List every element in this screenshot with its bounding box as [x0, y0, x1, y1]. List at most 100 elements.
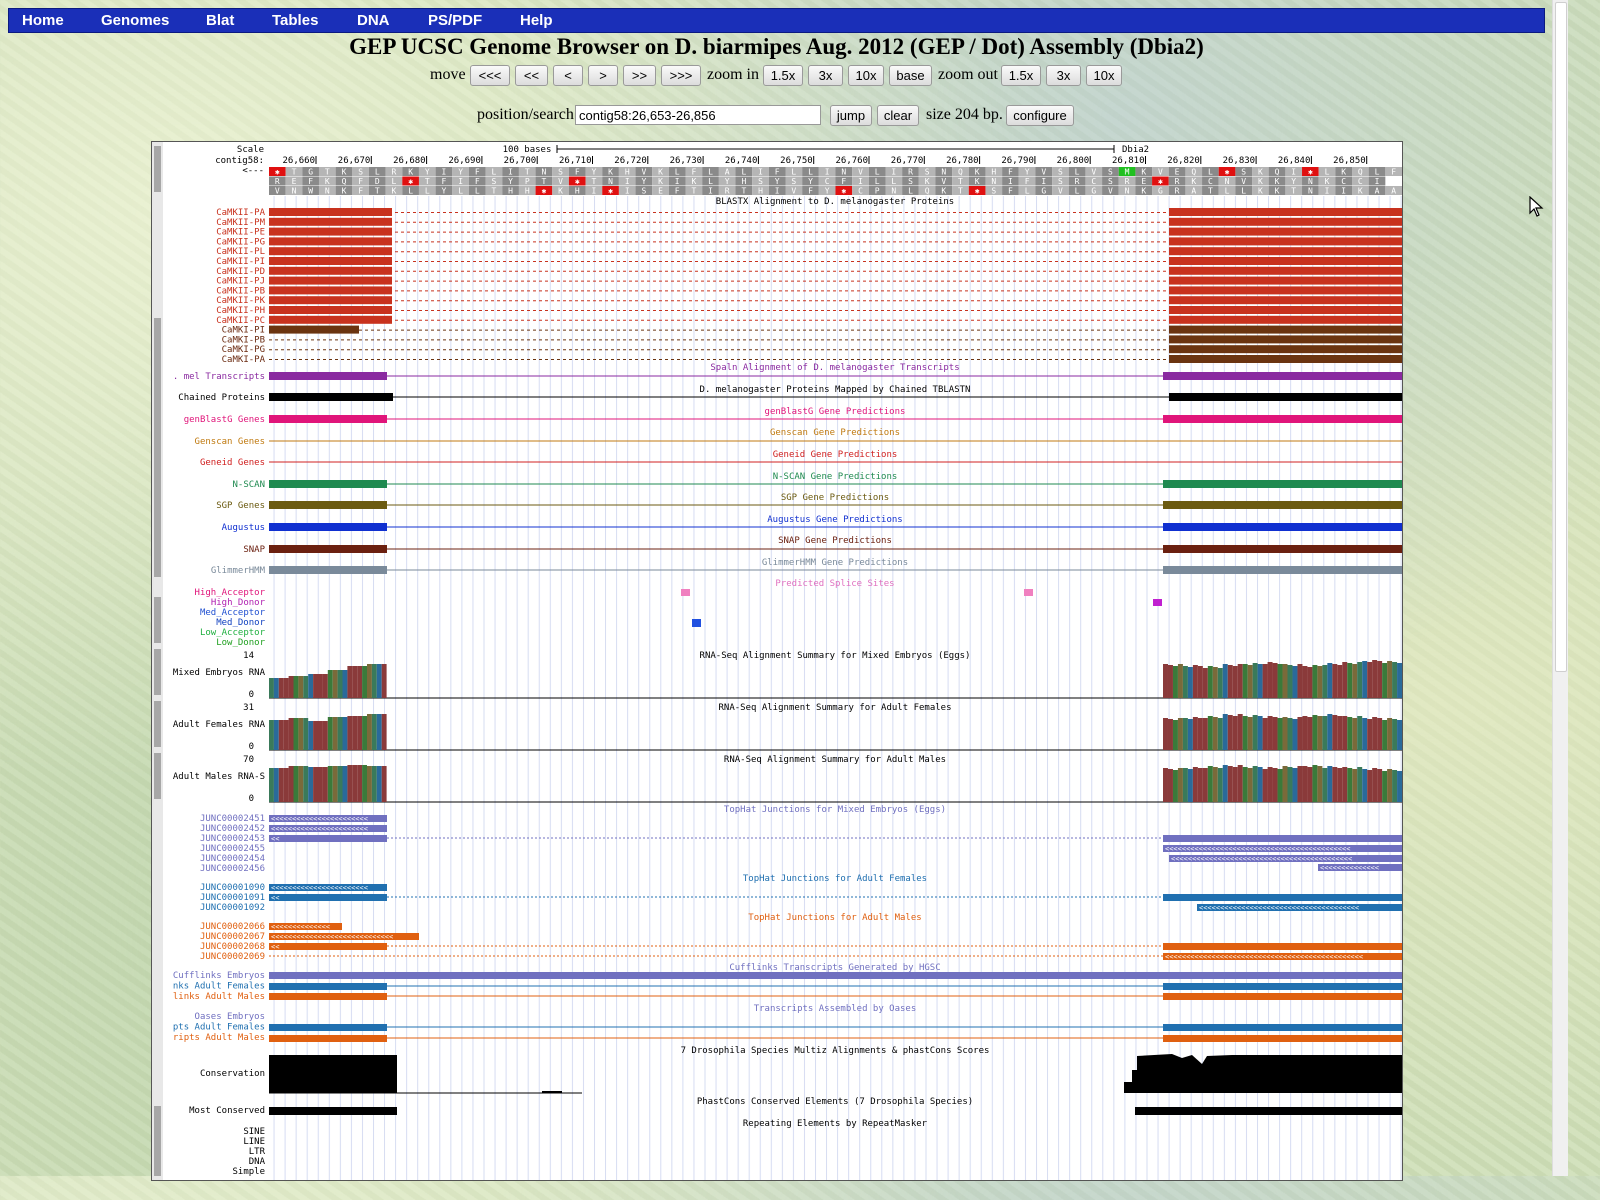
- rnaseq-bar: [1347, 768, 1353, 802]
- zoom-out-3x-button[interactable]: 3x: [1046, 65, 1081, 86]
- zoom-out-1-5x-button[interactable]: 1.5x: [1001, 65, 1041, 86]
- rnaseq_male-min-label: 0: [249, 794, 254, 804]
- move-left-button[interactable]: <<: [515, 65, 548, 86]
- move-far-right-button[interactable]: >>>: [661, 65, 701, 86]
- rnaseq-bar: [1362, 718, 1368, 750]
- blastx-item-label: CaMKI-PG: [222, 345, 265, 355]
- menu-home[interactable]: Home: [22, 12, 64, 29]
- rnaseq-bar: [1163, 718, 1168, 750]
- rnaseq-bar: [1192, 767, 1198, 802]
- tophat-emb-label: JUNC00002455: [200, 844, 265, 854]
- aa-letter: F: [358, 177, 363, 186]
- blastx-exon-left: [269, 306, 392, 314]
- rnaseq-bar: [283, 678, 289, 698]
- aa-letter: L: [1075, 168, 1080, 177]
- aa-letter: R: [1175, 177, 1180, 186]
- scrollbar-thumb[interactable]: [1555, 2, 1567, 672]
- clear-button[interactable]: clear: [877, 105, 919, 126]
- zoom-in-3x-button[interactable]: 3x: [808, 65, 843, 86]
- rnaseq-bar: [308, 721, 314, 750]
- aa-letter: I: [442, 168, 447, 177]
- configure-button[interactable]: configure: [1006, 105, 1074, 126]
- rnaseq-bar: [352, 666, 358, 698]
- augustus-track-title: Augustus Gene Predictions: [767, 515, 902, 525]
- aa-letter: I: [825, 168, 830, 177]
- tophat-fem-label: JUNC00001091: [200, 893, 265, 903]
- aa-letter: N: [841, 168, 846, 177]
- rnaseq-bar: [293, 718, 299, 750]
- rnaseq-bar: [1367, 770, 1373, 802]
- zoom-in-10x-button[interactable]: 10x: [848, 65, 884, 86]
- menu-genomes[interactable]: Genomes: [101, 12, 169, 29]
- page-scrollbar[interactable]: [1552, 0, 1568, 1176]
- tophat-emb-label: JUNC00002451: [200, 814, 265, 824]
- aa-letter: G: [1091, 187, 1096, 196]
- ruler-tick-label: 26,690: [448, 156, 481, 166]
- glimmer-track-title: GlimmerHMM Gene Predictions: [762, 558, 908, 568]
- rnaseq-bar: [313, 674, 318, 698]
- snap-exon-left: [269, 545, 387, 553]
- aa-letter: V: [858, 168, 863, 177]
- track-sidebar[interactable]: [152, 142, 163, 1180]
- aa-letter: I: [758, 168, 763, 177]
- rnaseq-bar: [376, 714, 382, 750]
- rnaseq-bar: [1307, 717, 1313, 750]
- junction-arrows: <<<<<<<<<<<<<<<<<<<<<<<<<<<<<: [271, 933, 393, 941]
- move-step-right-button[interactable]: >: [588, 65, 618, 86]
- move-step-left-button[interactable]: <: [553, 65, 583, 86]
- tophat-male-track-title: TopHat Junctions for Adult Males: [748, 913, 921, 923]
- rnaseq-bar: [1387, 769, 1393, 802]
- jump-button[interactable]: jump: [830, 105, 872, 126]
- oases-label: Oases Embryos: [195, 1012, 265, 1022]
- menu-ps-pdf[interactable]: PS/PDF: [428, 12, 482, 29]
- menu-blat[interactable]: Blat: [206, 12, 234, 29]
- menu-tables[interactable]: Tables: [272, 12, 318, 29]
- aa-letter: H: [525, 187, 530, 196]
- track-drag-handle: [154, 753, 161, 799]
- zoom-base-button[interactable]: base: [889, 65, 932, 86]
- menu-help[interactable]: Help: [520, 12, 553, 29]
- position-search-input[interactable]: [575, 105, 821, 125]
- blastx-exon-left: [269, 325, 359, 334]
- aa-letter: L: [408, 187, 413, 196]
- genblastg-exon-right: [1163, 415, 1402, 423]
- aa-letter: Y: [425, 168, 430, 177]
- rnaseq-bar: [1397, 771, 1402, 802]
- rnaseq-bar: [1317, 716, 1323, 750]
- splice-track-title: Predicted Splice Sites: [775, 579, 894, 589]
- blastx-item-label: CaMKII-PL: [216, 247, 265, 257]
- aa-letter: S: [1108, 168, 1113, 177]
- aa-letter: Y: [775, 177, 780, 186]
- rnaseq-bar: [1332, 664, 1338, 698]
- zoom-in-1-5x-button[interactable]: 1.5x: [763, 65, 803, 86]
- rnaseq-bar: [288, 766, 294, 802]
- geneid-label: Geneid Genes: [200, 458, 265, 468]
- assembly-label: Dbia2: [1122, 145, 1149, 155]
- rnaseq-bar: [347, 765, 353, 802]
- aa-letter: V: [641, 168, 646, 177]
- rnaseq-bar: [371, 766, 377, 802]
- aa-letter: S: [558, 168, 563, 177]
- move-right-button[interactable]: >>: [623, 65, 656, 86]
- rnaseq-bar: [313, 721, 318, 750]
- junction-block: [269, 943, 387, 950]
- aa-letter: D: [375, 177, 380, 186]
- rnaseq-bar: [352, 716, 358, 750]
- blastx-exon-left: [269, 315, 392, 324]
- rnaseq-bar: [1297, 766, 1303, 802]
- aa-letter: ✱: [1308, 168, 1313, 177]
- rnaseq-bar: [1362, 769, 1368, 802]
- move-far-left-button[interactable]: <<<: [470, 65, 510, 86]
- aa-letter: I: [508, 168, 513, 177]
- rnaseq-bar: [1237, 765, 1243, 802]
- aa-letter: ✱: [1158, 177, 1163, 186]
- aa-letter: G: [308, 168, 313, 177]
- aa-letter: R: [725, 187, 730, 196]
- aa-letter: K: [1325, 177, 1330, 186]
- snap-exon-right: [1163, 545, 1402, 553]
- aa-letter: T: [492, 187, 497, 196]
- rnaseq-bar: [1297, 717, 1303, 750]
- genome-browser-image[interactable]: Scale 100 bases Dbia2 contig58: <--- 26,660 26…: [151, 141, 1403, 1181]
- menu-dna[interactable]: DNA: [357, 12, 390, 29]
- zoom-out-10x-button[interactable]: 10x: [1086, 65, 1122, 86]
